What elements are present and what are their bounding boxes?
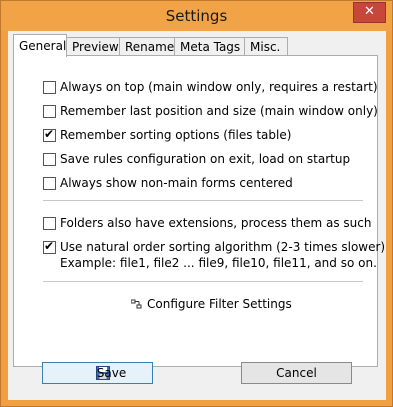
separator <box>43 200 363 201</box>
checkbox-checked[interactable]: ✔ <box>43 127 56 142</box>
window-title: Settings <box>165 7 228 25</box>
tab-meta-tags[interactable]: Meta Tags <box>174 37 245 56</box>
checkbox[interactable] <box>43 217 56 230</box>
filter-settings-label: Configure Filter Settings <box>147 297 292 311</box>
tab-rename[interactable]: Rename <box>119 37 175 56</box>
check-mark-icon: ✔ <box>44 127 55 141</box>
option-label: Save rules configuration on exit, load o… <box>60 152 351 166</box>
tab-misc[interactable]: Misc. <box>244 37 288 56</box>
checkbox[interactable] <box>43 153 56 166</box>
checkbox[interactable] <box>43 105 56 118</box>
tab-preview[interactable]: Preview <box>66 37 120 56</box>
option-label: Remember last position and size (main wi… <box>60 104 378 118</box>
close-icon: ✕ <box>364 4 375 19</box>
separator <box>43 281 363 282</box>
settings-window: Settings ✕ General Preview Rename Meta T… <box>0 0 393 407</box>
checkbox-checked[interactable]: ✔ <box>43 239 56 254</box>
tab-general[interactable]: General <box>13 34 67 57</box>
filter-settings-icon <box>131 299 142 309</box>
option-label: Use natural order sorting algorithm (2-3… <box>60 240 386 254</box>
cancel-button-label: Cancel <box>276 366 317 380</box>
natural-sort-example: Example: file1, file2 ... file9, file10,… <box>60 256 377 270</box>
option-label: Always on top (main window only, require… <box>60 80 378 94</box>
save-button-label: Save <box>96 366 127 380</box>
checkbox[interactable] <box>43 177 56 190</box>
title-bar[interactable]: Settings ✕ <box>1 1 392 31</box>
option-label: Remember sorting options (files table) <box>60 128 292 142</box>
option-label: Always show non-main forms centered <box>60 176 293 190</box>
option-label: Folders also have extensions, process th… <box>60 216 372 230</box>
dialog-client-area: General Preview Rename Meta Tags Misc. A… <box>8 31 386 400</box>
checkbox[interactable] <box>43 81 56 94</box>
cancel-button[interactable]: Cancel <box>241 362 352 384</box>
check-mark-icon: ✔ <box>44 239 55 253</box>
close-button[interactable]: ✕ <box>353 2 386 23</box>
general-tab-panel: Always on top (main window only, require… <box>13 55 385 367</box>
save-button[interactable]: Save <box>42 362 153 384</box>
